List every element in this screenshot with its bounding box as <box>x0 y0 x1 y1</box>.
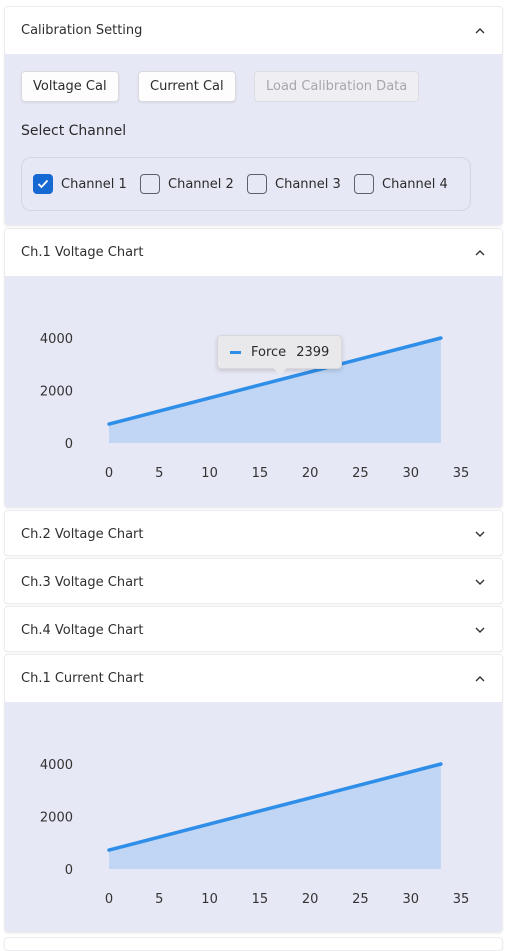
series-legend-icon <box>230 350 241 354</box>
x-tick-label: 35 <box>453 892 470 907</box>
y-tick-label: 2000 <box>40 385 73 400</box>
load-calibration-data-button[interactable]: Load Calibration Data <box>254 71 420 102</box>
ch1-voltage-chart: 0 2000 4000 0 5 10 15 20 25 30 35 <box>40 332 470 481</box>
chevron-down-icon[interactable] <box>474 624 486 636</box>
chevron-up-icon[interactable] <box>474 25 486 37</box>
checkbox-empty-icon[interactable] <box>247 174 267 194</box>
x-tick-label: 20 <box>302 892 319 907</box>
channel-1-label: Channel 1 <box>61 176 127 192</box>
x-tick-label: 30 <box>402 466 419 481</box>
current-cal-button[interactable]: Current Cal <box>138 71 236 102</box>
channel-1-checkbox[interactable]: Channel 1 <box>33 174 127 194</box>
x-tick-label: 5 <box>155 892 163 907</box>
ch1-voltage-header[interactable]: Ch.1 Voltage Chart <box>5 229 502 276</box>
channel-2-checkbox[interactable]: Channel 2 <box>140 174 234 194</box>
ch2-voltage-panel: Ch.2 Voltage Chart <box>4 510 503 556</box>
x-tick-label: 10 <box>201 892 218 907</box>
voltage-cal-button[interactable]: Voltage Cal <box>21 71 119 102</box>
x-tick-label: 0 <box>105 466 113 481</box>
x-tick-label: 30 <box>402 892 419 907</box>
ch1-current-chart: 0 2000 4000 0 5 10 15 20 25 30 35 <box>40 758 470 907</box>
calibration-title: Calibration Setting <box>21 23 143 38</box>
ch1-current-chart-area: 0 2000 4000 0 5 10 15 20 25 30 35 <box>5 702 502 932</box>
chevron-up-icon[interactable] <box>474 673 486 685</box>
ch1-current-panel: Ch.1 Current Chart 0 2000 4000 0 5 10 15 20 25 30… <box>4 654 503 933</box>
checkbox-empty-icon[interactable] <box>354 174 374 194</box>
ch1-voltage-title: Ch.1 Voltage Chart <box>21 245 144 260</box>
x-tick-label: 0 <box>105 892 113 907</box>
ch4-voltage-panel: Ch.4 Voltage Chart <box>4 606 503 652</box>
ch1-current-title: Ch.1 Current Chart <box>21 671 144 686</box>
tooltip-value: 2399 <box>296 344 330 360</box>
channel-3-checkbox[interactable]: Channel 3 <box>247 174 341 194</box>
chevron-down-icon[interactable] <box>474 576 486 588</box>
chevron-down-icon[interactable] <box>474 528 486 540</box>
next-panel-edge <box>4 937 503 951</box>
y-tick-label: 4000 <box>40 758 73 773</box>
calibration-panel: Calibration Setting Voltage Cal Current … <box>4 6 503 226</box>
x-tick-label: 10 <box>201 466 218 481</box>
checkbox-checked-icon[interactable] <box>33 174 53 194</box>
ch4-voltage-header[interactable]: Ch.4 Voltage Chart <box>5 607 502 651</box>
channel-4-checkbox[interactable]: Channel 4 <box>354 174 448 194</box>
y-tick-label: 2000 <box>40 811 73 826</box>
ch3-voltage-panel: Ch.3 Voltage Chart <box>4 558 503 604</box>
y-tick-label: 0 <box>65 863 73 878</box>
x-tick-label: 15 <box>252 466 269 481</box>
series-area <box>109 764 441 869</box>
ch3-voltage-header[interactable]: Ch.3 Voltage Chart <box>5 559 502 603</box>
ch1-current-header[interactable]: Ch.1 Current Chart <box>5 655 502 702</box>
chevron-up-icon[interactable] <box>474 247 486 259</box>
chart-tooltip: Force 2399 <box>217 335 343 375</box>
ch2-voltage-title: Ch.2 Voltage Chart <box>21 526 144 542</box>
ch1-voltage-panel: Ch.1 Voltage Chart 0 2000 4000 0 5 10 15 20 25 30… <box>4 228 503 508</box>
tooltip-series: Force <box>251 344 287 360</box>
x-tick-label: 25 <box>352 466 369 481</box>
ch2-voltage-header[interactable]: Ch.2 Voltage Chart <box>5 511 502 555</box>
checkbox-empty-icon[interactable] <box>140 174 160 194</box>
channel-2-label: Channel 2 <box>168 176 234 192</box>
ch3-voltage-title: Ch.3 Voltage Chart <box>21 574 144 590</box>
y-tick-label: 0 <box>65 437 73 452</box>
x-tick-label: 25 <box>352 892 369 907</box>
ch4-voltage-title: Ch.4 Voltage Chart <box>21 622 144 638</box>
channel-3-label: Channel 3 <box>275 176 341 192</box>
x-tick-label: 5 <box>155 466 163 481</box>
channel-checkbox-group: Channel 1 Channel 2 Channel 3 Channel 4 <box>21 157 471 211</box>
channel-4-label: Channel 4 <box>382 176 448 192</box>
x-tick-label: 20 <box>302 466 319 481</box>
select-channel-label: Select Channel <box>21 123 127 139</box>
x-tick-label: 35 <box>453 466 470 481</box>
calibration-header[interactable]: Calibration Setting <box>5 7 502 54</box>
ch1-voltage-chart-area: 0 2000 4000 0 5 10 15 20 25 30 35 Force 2399 <box>5 276 502 507</box>
x-tick-label: 15 <box>252 892 269 907</box>
calibration-body: Voltage Cal Current Cal Load Calibration… <box>5 54 502 225</box>
y-tick-label: 4000 <box>40 332 73 347</box>
